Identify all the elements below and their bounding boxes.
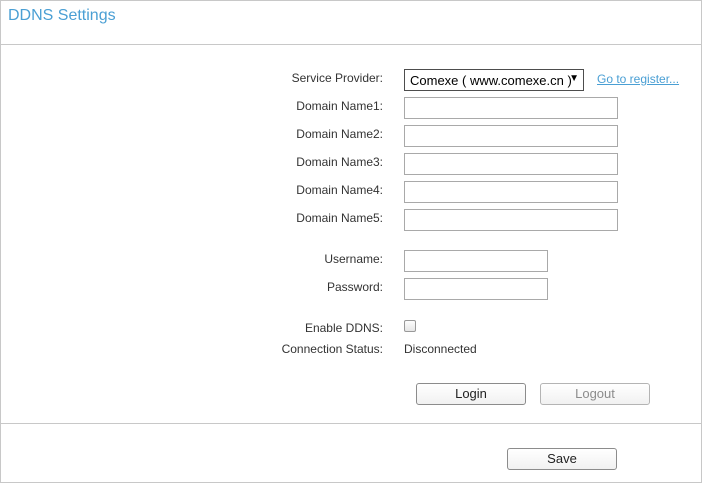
connection-status-value: Disconnected [404,342,477,356]
chevron-down-icon: ▼ [569,73,579,84]
footer-divider [1,423,701,424]
domain-name2-input[interactable] [404,125,618,147]
domain-name5-input[interactable] [404,209,618,231]
connection-status-label: Connection Status: [281,342,383,356]
save-button[interactable]: Save [507,448,617,470]
domain-name3-input[interactable] [404,153,618,175]
enable-ddns-checkbox[interactable] [404,320,416,332]
domain-name4-label: Domain Name4: [296,183,383,197]
service-provider-label: Service Provider: [291,71,383,85]
domain-name3-label: Domain Name3: [296,155,383,169]
enable-ddns-label: Enable DDNS: [304,321,383,335]
password-label: Password: [326,280,383,294]
service-provider-select[interactable]: Comexe ( www.comexe.cn ) ▼ [404,69,584,91]
login-button[interactable]: Login [416,383,526,405]
domain-name2-label: Domain Name2: [296,127,383,141]
go-to-register-link[interactable]: Go to register... [597,72,679,86]
password-input[interactable] [404,278,548,300]
logout-button[interactable]: Logout [540,383,650,405]
username-label: Username: [324,252,383,266]
service-provider-value: Comexe ( www.comexe.cn ) [410,73,572,88]
domain-name4-input[interactable] [404,181,618,203]
domain-name1-input[interactable] [404,97,618,119]
ddns-settings-panel: DDNS Settings Service Provider: Comexe (… [0,0,702,483]
username-input[interactable] [404,250,548,272]
domain-name1-label: Domain Name1: [296,99,383,113]
domain-name5-label: Domain Name5: [296,211,383,225]
page-title: DDNS Settings [8,7,116,24]
header-divider [1,44,701,45]
